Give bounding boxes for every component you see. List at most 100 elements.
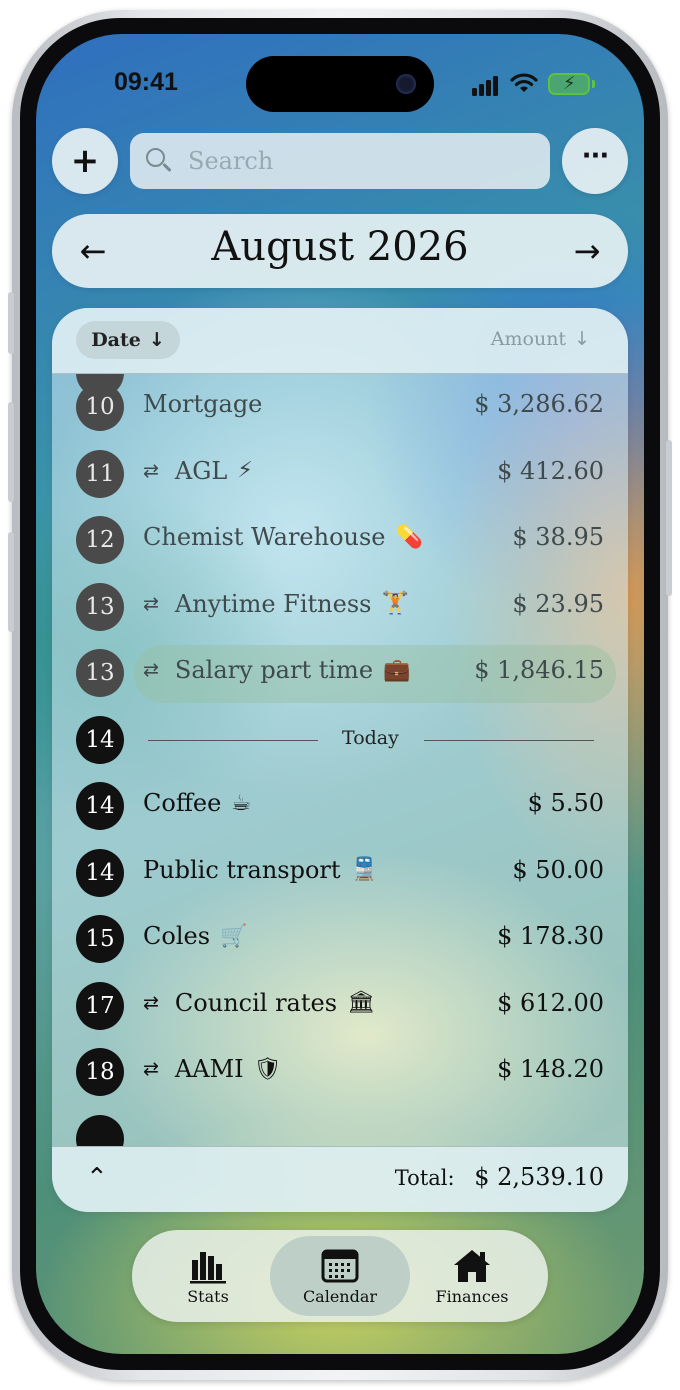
transaction-label: ⇄ Salary part time 💼: [143, 656, 410, 684]
tab-finances[interactable]: Finances: [402, 1236, 542, 1316]
transaction-name: Coles: [143, 922, 211, 950]
category-emoji-icon: 💼: [383, 657, 411, 683]
more-button[interactable]: ···: [562, 128, 628, 194]
transaction-amount: $ 612.00: [497, 988, 604, 1017]
tab-finances-label: Finances: [435, 1287, 509, 1306]
category-emoji-icon: 🛡: [253, 1056, 282, 1082]
category-emoji-icon: 💊: [395, 524, 423, 550]
category-emoji-icon: ⚡: [237, 458, 253, 483]
transaction-label: Coffee ☕: [143, 789, 251, 817]
day-badge: [76, 1114, 124, 1146]
transaction-label: Mortgage: [143, 390, 262, 418]
transaction-name: Anytime Fitness: [174, 589, 372, 618]
sort-date-label: Date: [91, 329, 141, 351]
transaction-row[interactable]: 12 Chemist Warehouse 💊 $ 38.95: [52, 507, 628, 573]
action-button: [8, 292, 14, 354]
next-month-button[interactable]: →: [562, 227, 612, 275]
day-badge: 10: [76, 383, 124, 431]
transaction-label: Coles 🛒: [143, 922, 247, 950]
repeat-icon: ⇄: [143, 659, 159, 681]
tab-stats-label: Stats: [187, 1287, 229, 1306]
total: Total: $ 2,539.10: [395, 1163, 604, 1191]
wifi-icon: [510, 73, 538, 92]
transaction-label: ⇄ AAMI 🛡: [143, 1055, 282, 1083]
transaction-row[interactable]: 10 Mortgage $ 3,286.62: [52, 374, 628, 440]
add-button[interactable]: +: [52, 128, 118, 194]
day-badge: 18: [76, 1048, 124, 1096]
sort-by-amount-button[interactable]: Amount ↓: [491, 328, 590, 350]
screen: 09:41 ⚡ + ··· ← August 2026 → Date ↓: [36, 34, 644, 1354]
calendar-icon: [321, 1249, 359, 1283]
transaction-amount: $ 148.20: [497, 1055, 604, 1083]
power-button: [666, 440, 672, 596]
day-badge: 15: [76, 915, 124, 963]
day-badge: 13: [76, 582, 124, 631]
transaction-name: Chemist Warehouse: [143, 523, 386, 551]
volume-down-button: [8, 532, 14, 632]
repeat-icon: ⇄: [143, 459, 159, 482]
home-icon: [454, 1250, 490, 1282]
search-bar[interactable]: [130, 133, 550, 189]
transaction-label: ⇄ AGL ⚡: [143, 457, 253, 485]
transaction-row[interactable]: 18 ⇄ AAMI 🛡 $ 148.20: [52, 1039, 628, 1105]
category-emoji-icon: 🏋: [381, 591, 409, 616]
category-emoji-icon: 🏛: [347, 990, 375, 1015]
category-emoji-icon: ☕: [231, 790, 252, 816]
repeat-icon: ⇄: [143, 592, 159, 615]
transaction-row[interactable]: 14 Coffee ☕ $ 5.50: [52, 773, 628, 839]
transaction-name: AGL: [174, 456, 228, 485]
day-badge: 11: [76, 449, 124, 498]
transaction-list[interactable]: 10 Mortgage $ 3,286.62 11 ⇄ AGL ⚡ $ 412.60 12 Che…: [52, 374, 628, 1146]
transaction-name: Council rates: [174, 988, 338, 1017]
transaction-label: ⇄ Anytime Fitness 🏋: [143, 590, 409, 618]
transaction-amount: $ 50.00: [512, 855, 604, 884]
transaction-name: Public transport: [143, 855, 341, 884]
divider-line: [148, 739, 318, 741]
day-badge: 14: [76, 715, 124, 764]
transaction-name: Coffee: [143, 789, 222, 817]
transaction-amount: $ 178.30: [497, 922, 604, 950]
day-badge: 14: [76, 848, 124, 897]
transactions-card: Date ↓ Amount ↓ 10 Mortgage $ 3,286.62 11 ⇄ A…: [52, 308, 628, 1212]
day-badge: 14: [76, 782, 124, 830]
day-badge: 17: [76, 981, 124, 1030]
transaction-row[interactable]: 15 Coles 🛒 $ 178.30: [52, 906, 628, 972]
ellipsis-icon: ···: [581, 141, 610, 171]
transaction-name: Salary part time: [174, 656, 374, 684]
search-icon: [146, 148, 172, 174]
tab-stats[interactable]: Stats: [138, 1236, 278, 1316]
transaction-row[interactable]: 17 ⇄ Council rates 🏛 $ 612.00: [52, 973, 628, 1039]
repeat-icon: ⇄: [143, 991, 159, 1014]
dynamic-island: [246, 56, 434, 112]
transaction-row[interactable]: 14 Public transport 🚆 $ 50.00: [52, 840, 628, 906]
arrow-down-icon: ↓: [574, 328, 590, 350]
status-bar: 09:41 ⚡: [36, 34, 644, 134]
tab-calendar[interactable]: Calendar: [270, 1236, 410, 1316]
day-badge: 13: [76, 649, 124, 697]
transaction-row[interactable]: 13 ⇄ Salary part time 💼 $ 1,846.15: [52, 640, 628, 706]
transaction-amount: $ 5.50: [527, 789, 604, 817]
transaction-amount: $ 23.95: [512, 589, 604, 618]
transaction-name: Mortgage: [143, 390, 263, 418]
chevron-up-icon[interactable]: ⌃: [86, 1163, 108, 1193]
total-value: $ 2,539.10: [474, 1163, 604, 1191]
transaction-label: Chemist Warehouse 💊: [143, 523, 423, 551]
transaction-label: Public transport 🚆: [143, 856, 378, 884]
transaction-amount: $ 3,286.62: [474, 390, 604, 418]
transaction-amount: $ 412.60: [497, 456, 604, 485]
search-input[interactable]: [186, 146, 506, 176]
transaction-amount: $ 38.95: [512, 523, 604, 551]
transaction-row[interactable]: 13 ⇄ Anytime Fitness 🏋 $ 23.95: [52, 574, 628, 640]
transaction-row-partial: [52, 1106, 628, 1146]
tab-bar: Stats Calendar Finances: [132, 1230, 548, 1322]
cellular-signal-icon: [472, 76, 502, 96]
month-title: August 2026: [211, 224, 469, 270]
sort-by-date-button[interactable]: Date ↓: [76, 321, 180, 359]
repeat-icon: ⇄: [143, 1058, 159, 1080]
arrow-right-icon: →: [573, 232, 601, 270]
total-footer: ⌃ Total: $ 2,539.10: [52, 1146, 628, 1212]
bar-chart-icon: [190, 1252, 226, 1284]
camera-icon: [396, 74, 416, 94]
tab-calendar-label: Calendar: [302, 1287, 378, 1306]
transaction-row[interactable]: 11 ⇄ AGL ⚡ $ 412.60: [52, 441, 628, 507]
